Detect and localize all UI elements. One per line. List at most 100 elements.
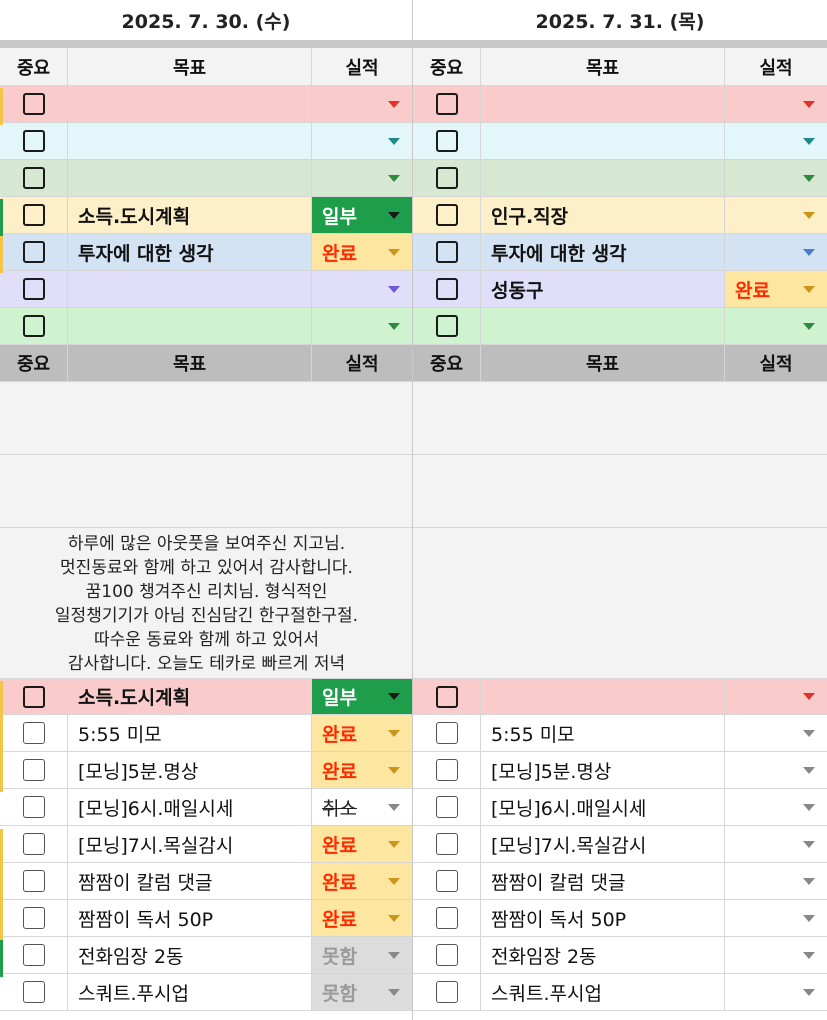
dropdown-arrow-icon[interactable] [803,248,815,256]
result-dropdown[interactable]: 완료 [312,234,412,270]
routine-checkbox[interactable] [22,796,45,818]
routine-text[interactable]: [모닝]6시.매일시세 [481,789,725,825]
goal-text[interactable] [481,123,725,159]
importance-checkbox[interactable] [435,204,458,226]
goal-text[interactable]: 투자에 대한 생각 [68,234,312,270]
result-dropdown[interactable] [725,197,827,233]
routine-text[interactable]: 짬짬이 칼럼 댓글 [68,863,312,899]
result-dropdown[interactable]: 완료 [725,271,827,307]
dropdown-arrow-icon[interactable] [803,211,815,219]
result-dropdown[interactable] [725,715,827,751]
result-dropdown[interactable]: 완료 [312,863,412,899]
result-dropdown[interactable] [312,308,412,344]
dropdown-arrow-icon[interactable] [803,693,815,700]
result-dropdown[interactable]: 취소 [312,789,412,825]
routine-text[interactable]: 스쿼트.푸시업 [481,974,725,1010]
routine-checkbox[interactable] [22,833,45,855]
routine-text[interactable]: [모닝]7시.목실감시 [68,826,312,862]
goal-text[interactable] [68,308,312,344]
dropdown-arrow-icon[interactable] [803,322,815,330]
result-dropdown[interactable] [725,789,827,825]
result-dropdown[interactable] [725,826,827,862]
dropdown-arrow-icon[interactable] [388,877,400,885]
result-dropdown[interactable] [312,160,412,196]
result-dropdown[interactable] [725,160,827,196]
routine-checkbox[interactable] [435,870,458,892]
dropdown-arrow-icon[interactable] [388,248,400,256]
dropdown-arrow-icon[interactable] [803,914,815,922]
goal-text[interactable]: 소득.도시계획 [68,679,312,714]
goal-text[interactable] [481,86,725,122]
dropdown-arrow-icon[interactable] [803,877,815,885]
result-dropdown[interactable] [312,271,412,307]
result-dropdown[interactable] [725,679,827,714]
routine-text[interactable]: 짬짬이 독서 50P [481,900,725,936]
routine-text[interactable]: 짬짬이 독서 50P [68,900,312,936]
routine-checkbox[interactable] [435,759,458,781]
importance-checkbox[interactable] [22,241,45,263]
routine-checkbox[interactable] [22,759,45,781]
importance-checkbox[interactable] [435,130,458,152]
goal-text[interactable]: 소득.도시계획 [68,197,312,233]
goal-text[interactable]: 투자에 대한 생각 [481,234,725,270]
dropdown-arrow-icon[interactable] [803,803,815,811]
routine-text[interactable]: 짬짬이 칼럼 댓글 [481,863,725,899]
importance-checkbox[interactable] [22,204,45,226]
goal-text[interactable] [481,679,725,714]
goal-text[interactable] [481,160,725,196]
dropdown-arrow-icon[interactable] [803,285,815,293]
routine-text[interactable]: [모닝]5분.명상 [481,752,725,788]
dropdown-arrow-icon[interactable] [388,729,400,737]
dropdown-arrow-icon[interactable] [388,137,400,145]
dropdown-arrow-icon[interactable] [803,137,815,145]
importance-checkbox[interactable] [435,278,458,300]
routine-text[interactable]: [모닝]7시.목실감시 [481,826,725,862]
goal-text[interactable]: 인구.직장 [481,197,725,233]
dropdown-arrow-icon[interactable] [388,285,400,293]
importance-checkbox[interactable] [435,315,458,337]
dropdown-arrow-icon[interactable] [388,803,400,811]
result-dropdown[interactable]: 못함 [312,937,412,973]
goal-text[interactable] [68,160,312,196]
dropdown-arrow-icon[interactable] [388,951,400,959]
importance-checkbox[interactable] [22,167,45,189]
result-dropdown[interactable] [725,123,827,159]
routine-text[interactable]: 스쿼트.푸시업 [68,974,312,1010]
result-dropdown[interactable]: 일부 [312,197,412,233]
routine-checkbox[interactable] [22,870,45,892]
result-dropdown[interactable] [312,86,412,122]
result-dropdown[interactable] [725,974,827,1010]
dropdown-arrow-icon[interactable] [803,100,815,108]
importance-checkbox[interactable] [22,130,45,152]
routine-checkbox[interactable] [22,907,45,929]
dropdown-arrow-icon[interactable] [388,914,400,922]
dropdown-arrow-icon[interactable] [388,174,400,182]
routine-checkbox[interactable] [22,944,45,966]
importance-checkbox[interactable] [435,241,458,263]
routine-text[interactable]: 전화임장 2동 [481,937,725,973]
routine-text[interactable]: 5:55 미모 [68,715,312,751]
dropdown-arrow-icon[interactable] [388,100,400,108]
result-dropdown[interactable] [725,752,827,788]
result-dropdown[interactable]: 일부 [312,679,412,714]
dropdown-arrow-icon[interactable] [388,322,400,330]
importance-checkbox[interactable] [22,278,45,300]
routine-checkbox[interactable] [435,833,458,855]
routine-checkbox[interactable] [435,722,458,744]
importance-checkbox[interactable] [435,167,458,189]
routine-text[interactable]: [모닝]6시.매일시세 [68,789,312,825]
importance-checkbox[interactable] [435,93,458,115]
result-dropdown[interactable]: 못함 [312,974,412,1010]
goal-text[interactable] [68,86,312,122]
dropdown-arrow-icon[interactable] [388,211,400,219]
routine-checkbox[interactable] [435,796,458,818]
goal-text[interactable] [481,308,725,344]
routine-text[interactable]: 전화임장 2동 [68,937,312,973]
goal-text[interactable] [68,123,312,159]
result-dropdown[interactable] [312,123,412,159]
dropdown-arrow-icon[interactable] [803,951,815,959]
result-dropdown[interactable] [725,900,827,936]
dropdown-arrow-icon[interactable] [803,840,815,848]
dropdown-arrow-icon[interactable] [388,840,400,848]
dropdown-arrow-icon[interactable] [388,693,400,700]
